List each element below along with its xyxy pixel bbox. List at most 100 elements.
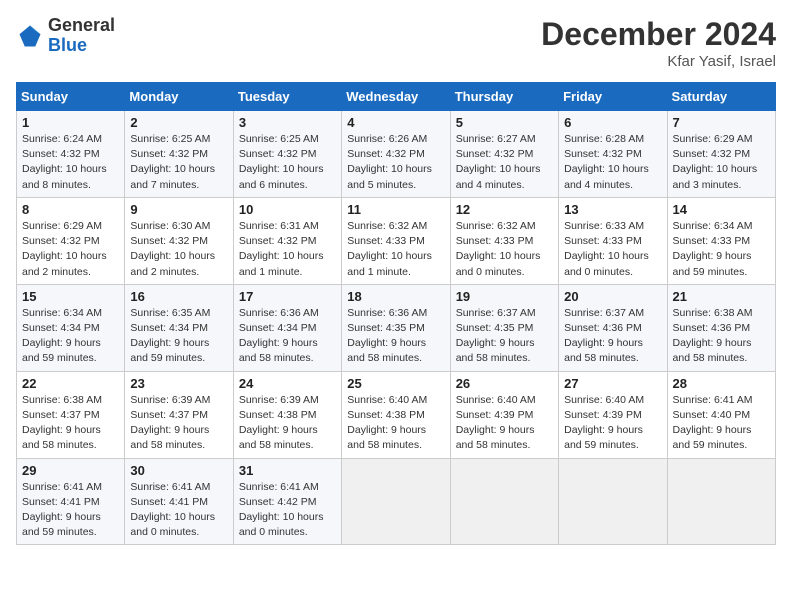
day-number: 18 <box>347 289 444 304</box>
calendar-cell: 3 Sunrise: 6:25 AM Sunset: 4:32 PM Dayli… <box>233 111 341 198</box>
day-number: 28 <box>673 376 770 391</box>
day-info: Sunrise: 6:37 AM Sunset: 4:35 PM Dayligh… <box>456 306 553 367</box>
day-info: Sunrise: 6:39 AM Sunset: 4:37 PM Dayligh… <box>130 393 227 454</box>
day-number: 11 <box>347 202 444 217</box>
weekday-header: Friday <box>559 83 667 111</box>
day-info: Sunrise: 6:30 AM Sunset: 4:32 PM Dayligh… <box>130 219 227 280</box>
day-number: 5 <box>456 115 553 130</box>
day-number: 9 <box>130 202 227 217</box>
calendar-week-row: 22 Sunrise: 6:38 AM Sunset: 4:37 PM Dayl… <box>17 371 776 458</box>
day-info: Sunrise: 6:40 AM Sunset: 4:39 PM Dayligh… <box>456 393 553 454</box>
calendar-cell <box>342 458 450 545</box>
calendar-cell: 14 Sunrise: 6:34 AM Sunset: 4:33 PM Dayl… <box>667 197 775 284</box>
calendar-cell: 19 Sunrise: 6:37 AM Sunset: 4:35 PM Dayl… <box>450 284 558 371</box>
day-number: 25 <box>347 376 444 391</box>
calendar-cell <box>667 458 775 545</box>
logo-general: General <box>48 16 115 36</box>
day-info: Sunrise: 6:40 AM Sunset: 4:38 PM Dayligh… <box>347 393 444 454</box>
day-number: 17 <box>239 289 336 304</box>
calendar-cell: 2 Sunrise: 6:25 AM Sunset: 4:32 PM Dayli… <box>125 111 233 198</box>
month-title: December 2024 <box>541 16 776 53</box>
calendar-cell: 25 Sunrise: 6:40 AM Sunset: 4:38 PM Dayl… <box>342 371 450 458</box>
calendar-cell: 22 Sunrise: 6:38 AM Sunset: 4:37 PM Dayl… <box>17 371 125 458</box>
day-number: 27 <box>564 376 661 391</box>
calendar-cell: 21 Sunrise: 6:38 AM Sunset: 4:36 PM Dayl… <box>667 284 775 371</box>
page-header: General Blue December 2024 Kfar Yasif, I… <box>16 16 776 70</box>
weekday-header: Monday <box>125 83 233 111</box>
calendar-cell: 20 Sunrise: 6:37 AM Sunset: 4:36 PM Dayl… <box>559 284 667 371</box>
calendar-cell: 15 Sunrise: 6:34 AM Sunset: 4:34 PM Dayl… <box>17 284 125 371</box>
calendar-cell: 16 Sunrise: 6:35 AM Sunset: 4:34 PM Dayl… <box>125 284 233 371</box>
day-info: Sunrise: 6:34 AM Sunset: 4:33 PM Dayligh… <box>673 219 770 280</box>
day-number: 12 <box>456 202 553 217</box>
calendar-cell: 18 Sunrise: 6:36 AM Sunset: 4:35 PM Dayl… <box>342 284 450 371</box>
day-number: 13 <box>564 202 661 217</box>
day-number: 21 <box>673 289 770 304</box>
day-info: Sunrise: 6:25 AM Sunset: 4:32 PM Dayligh… <box>239 132 336 193</box>
weekday-header: Wednesday <box>342 83 450 111</box>
day-info: Sunrise: 6:26 AM Sunset: 4:32 PM Dayligh… <box>347 132 444 193</box>
calendar-week-row: 1 Sunrise: 6:24 AM Sunset: 4:32 PM Dayli… <box>17 111 776 198</box>
day-info: Sunrise: 6:39 AM Sunset: 4:38 PM Dayligh… <box>239 393 336 454</box>
calendar-cell: 29 Sunrise: 6:41 AM Sunset: 4:41 PM Dayl… <box>17 458 125 545</box>
calendar-table: SundayMondayTuesdayWednesdayThursdayFrid… <box>16 82 776 545</box>
day-number: 14 <box>673 202 770 217</box>
day-info: Sunrise: 6:37 AM Sunset: 4:36 PM Dayligh… <box>564 306 661 367</box>
day-info: Sunrise: 6:38 AM Sunset: 4:36 PM Dayligh… <box>673 306 770 367</box>
calendar-cell: 24 Sunrise: 6:39 AM Sunset: 4:38 PM Dayl… <box>233 371 341 458</box>
day-info: Sunrise: 6:32 AM Sunset: 4:33 PM Dayligh… <box>456 219 553 280</box>
calendar-cell: 8 Sunrise: 6:29 AM Sunset: 4:32 PM Dayli… <box>17 197 125 284</box>
calendar-cell: 31 Sunrise: 6:41 AM Sunset: 4:42 PM Dayl… <box>233 458 341 545</box>
title-block: December 2024 Kfar Yasif, Israel <box>541 16 776 70</box>
day-info: Sunrise: 6:32 AM Sunset: 4:33 PM Dayligh… <box>347 219 444 280</box>
day-info: Sunrise: 6:33 AM Sunset: 4:33 PM Dayligh… <box>564 219 661 280</box>
calendar-cell: 11 Sunrise: 6:32 AM Sunset: 4:33 PM Dayl… <box>342 197 450 284</box>
day-info: Sunrise: 6:29 AM Sunset: 4:32 PM Dayligh… <box>22 219 119 280</box>
weekday-header: Saturday <box>667 83 775 111</box>
calendar-cell: 26 Sunrise: 6:40 AM Sunset: 4:39 PM Dayl… <box>450 371 558 458</box>
day-number: 6 <box>564 115 661 130</box>
day-number: 20 <box>564 289 661 304</box>
calendar-cell: 1 Sunrise: 6:24 AM Sunset: 4:32 PM Dayli… <box>17 111 125 198</box>
calendar-week-row: 29 Sunrise: 6:41 AM Sunset: 4:41 PM Dayl… <box>17 458 776 545</box>
calendar-cell: 30 Sunrise: 6:41 AM Sunset: 4:41 PM Dayl… <box>125 458 233 545</box>
day-number: 22 <box>22 376 119 391</box>
day-number: 26 <box>456 376 553 391</box>
day-number: 10 <box>239 202 336 217</box>
day-number: 19 <box>456 289 553 304</box>
calendar-cell: 4 Sunrise: 6:26 AM Sunset: 4:32 PM Dayli… <box>342 111 450 198</box>
calendar-cell: 5 Sunrise: 6:27 AM Sunset: 4:32 PM Dayli… <box>450 111 558 198</box>
day-info: Sunrise: 6:29 AM Sunset: 4:32 PM Dayligh… <box>673 132 770 193</box>
day-number: 15 <box>22 289 119 304</box>
calendar-cell: 27 Sunrise: 6:40 AM Sunset: 4:39 PM Dayl… <box>559 371 667 458</box>
weekday-header: Sunday <box>17 83 125 111</box>
day-number: 1 <box>22 115 119 130</box>
location: Kfar Yasif, Israel <box>541 53 776 70</box>
logo-icon <box>16 22 44 50</box>
day-number: 31 <box>239 463 336 478</box>
calendar-cell: 23 Sunrise: 6:39 AM Sunset: 4:37 PM Dayl… <box>125 371 233 458</box>
calendar-cell <box>559 458 667 545</box>
day-number: 3 <box>239 115 336 130</box>
calendar-cell: 17 Sunrise: 6:36 AM Sunset: 4:34 PM Dayl… <box>233 284 341 371</box>
day-number: 24 <box>239 376 336 391</box>
day-info: Sunrise: 6:41 AM Sunset: 4:41 PM Dayligh… <box>22 480 119 541</box>
day-info: Sunrise: 6:38 AM Sunset: 4:37 PM Dayligh… <box>22 393 119 454</box>
weekday-header: Tuesday <box>233 83 341 111</box>
calendar-cell: 6 Sunrise: 6:28 AM Sunset: 4:32 PM Dayli… <box>559 111 667 198</box>
calendar-cell: 12 Sunrise: 6:32 AM Sunset: 4:33 PM Dayl… <box>450 197 558 284</box>
weekday-header: Thursday <box>450 83 558 111</box>
calendar-week-row: 15 Sunrise: 6:34 AM Sunset: 4:34 PM Dayl… <box>17 284 776 371</box>
calendar-cell: 7 Sunrise: 6:29 AM Sunset: 4:32 PM Dayli… <box>667 111 775 198</box>
day-info: Sunrise: 6:40 AM Sunset: 4:39 PM Dayligh… <box>564 393 661 454</box>
day-number: 29 <box>22 463 119 478</box>
day-info: Sunrise: 6:27 AM Sunset: 4:32 PM Dayligh… <box>456 132 553 193</box>
weekday-header-row: SundayMondayTuesdayWednesdayThursdayFrid… <box>17 83 776 111</box>
day-info: Sunrise: 6:41 AM Sunset: 4:40 PM Dayligh… <box>673 393 770 454</box>
day-info: Sunrise: 6:36 AM Sunset: 4:34 PM Dayligh… <box>239 306 336 367</box>
calendar-cell <box>450 458 558 545</box>
day-number: 4 <box>347 115 444 130</box>
day-number: 2 <box>130 115 227 130</box>
calendar-week-row: 8 Sunrise: 6:29 AM Sunset: 4:32 PM Dayli… <box>17 197 776 284</box>
day-number: 16 <box>130 289 227 304</box>
